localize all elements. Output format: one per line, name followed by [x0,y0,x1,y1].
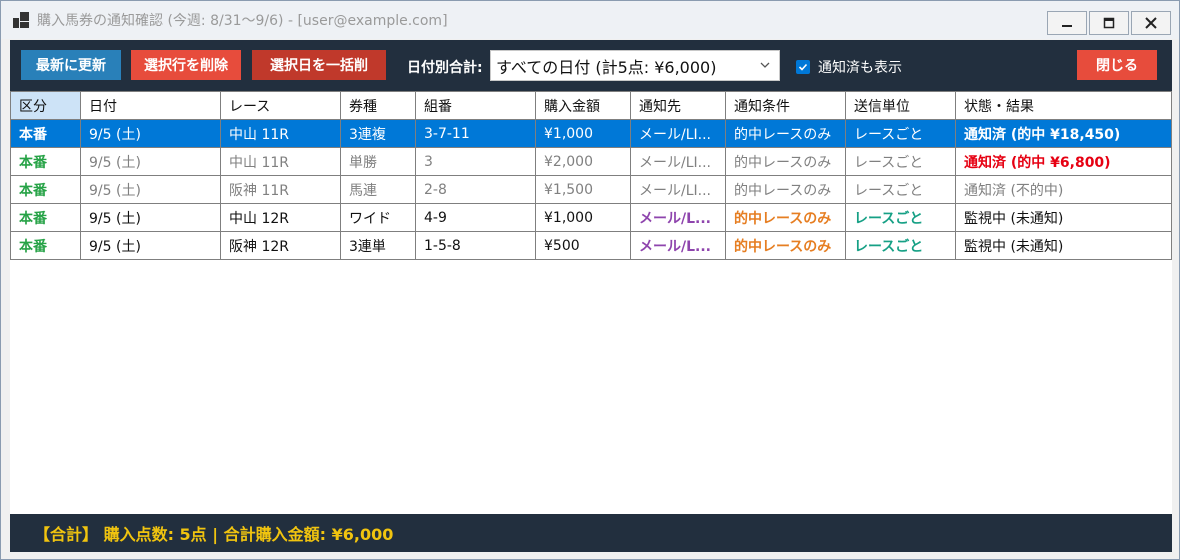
cell-notify-condition: 的中レースのみ [725,231,846,260]
table-row[interactable]: 本番 9/5 (土) 中山 12R ワイド 4-9 ¥1,000 メール/L..… [10,203,1172,232]
cell-status: 監視中 (未通知) [955,203,1172,232]
cell-category: 本番 [10,119,81,148]
close-icon [1145,17,1157,29]
cell-combination: 4-9 [415,203,536,232]
cell-amount: ¥2,000 [535,147,631,176]
maximize-icon [1103,17,1115,29]
table-row[interactable]: 本番 9/5 (土) 中山 11R 単勝 3 ¥2,000 メール/LI... … [10,147,1172,176]
cell-send-unit: レースごと [845,147,956,176]
col-header-date[interactable]: 日付 [80,91,221,120]
col-header-notify-target[interactable]: 通知先 [630,91,726,120]
cell-notify-target: メール/L... [630,203,726,232]
cell-amount: ¥500 [535,231,631,260]
cell-status: 通知済 (不的中) [955,175,1172,204]
show-notified-checkbox[interactable] [796,60,810,74]
minimize-button[interactable] [1047,11,1087,35]
cell-notify-target: メール/LI... [630,175,726,204]
cell-combination: 3 [415,147,536,176]
cell-race: 阪神 12R [220,231,341,260]
cell-race: 阪神 11R [220,175,341,204]
cell-send-unit: レースごと [845,231,956,260]
show-notified-label: 通知済も表示 [818,60,902,76]
chevron-down-icon [760,62,770,68]
col-header-amount[interactable]: 購入金額 [535,91,631,120]
cell-race: 中山 11R [220,147,341,176]
refresh-button[interactable]: 最新に更新 [21,50,121,80]
cell-status: 監視中 (未通知) [955,231,1172,260]
tickets-table: 区分 日付 レース 券種 組番 購入金額 通知先 通知条件 送信単位 状態・結果… [10,91,1172,260]
table-row[interactable]: 本番 9/5 (土) 中山 11R 3連複 3-7-11 ¥1,000 メール/… [10,119,1172,148]
delete-day-button[interactable]: 選択日を一括削 [252,50,386,80]
cell-race: 中山 11R [220,119,341,148]
app-icon [13,12,29,28]
cell-race: 中山 12R [220,203,341,232]
cell-date: 9/5 (土) [80,175,221,204]
col-header-notify-condition[interactable]: 通知条件 [725,91,846,120]
col-header-status[interactable]: 状態・結果 [955,91,1172,120]
minimize-icon [1062,25,1072,27]
cell-notify-condition: 的中レースのみ [725,147,846,176]
cell-ticket-type: 3連単 [340,231,416,260]
cell-combination: 1-5-8 [415,231,536,260]
cell-notify-condition: 的中レースのみ [725,203,846,232]
cell-ticket-type: ワイド [340,203,416,232]
title-bar: 購入馬券の通知確認 (今週: 8/31〜9/6) - [user@example… [1,1,1179,39]
cell-ticket-type: 馬連 [340,175,416,204]
cell-notify-target: メール/LI... [630,147,726,176]
tickets-grid[interactable]: 区分 日付 レース 券種 組番 購入金額 通知先 通知条件 送信単位 状態・結果… [10,91,1172,514]
status-bar: 【合計】 購入点数: 5点 | 合計購入金額: ¥6,000 [10,514,1172,552]
col-header-combination[interactable]: 組番 [415,91,536,120]
table-row[interactable]: 本番 9/5 (土) 阪神 12R 3連単 1-5-8 ¥500 メール/L..… [10,231,1172,260]
cell-date: 9/5 (土) [80,203,221,232]
checkmark-icon [798,63,808,71]
cell-category: 本番 [10,203,81,232]
date-filter-value: すべての日付 (計5点: ¥6,000) [496,57,717,77]
cell-date: 9/5 (土) [80,231,221,260]
col-header-category[interactable]: 区分 [10,91,81,120]
cell-notify-condition: 的中レースのみ [725,175,846,204]
col-header-race[interactable]: レース [220,91,341,120]
window-title: 購入馬券の通知確認 (今週: 8/31〜9/6) - [user@example… [37,13,448,29]
cell-ticket-type: 3連複 [340,119,416,148]
show-notified-toggle[interactable]: 通知済も表示 [796,57,902,77]
cell-combination: 2-8 [415,175,536,204]
cell-amount: ¥1,500 [535,175,631,204]
cell-category: 本番 [10,175,81,204]
cell-send-unit: レースごと [845,203,956,232]
cell-category: 本番 [10,231,81,260]
cell-status: 通知済 (的中 ¥6,800) [955,147,1172,176]
cell-ticket-type: 単勝 [340,147,416,176]
delete-row-button[interactable]: 選択行を削除 [131,50,241,80]
cell-date: 9/5 (土) [80,119,221,148]
toolbar: 最新に更新 選択行を削除 選択日を一括削 日付別合計: すべての日付 (計5点:… [10,40,1172,91]
maximize-button[interactable] [1089,11,1129,35]
summary-text: 【合計】 購入点数: 5点 | 合計購入金額: ¥6,000 [34,525,394,544]
cell-notify-condition: 的中レースのみ [725,119,846,148]
date-filter-select[interactable]: すべての日付 (計5点: ¥6,000) [490,50,780,81]
date-total-label: 日付別合計: [407,60,483,76]
cell-combination: 3-7-11 [415,119,536,148]
cell-amount: ¥1,000 [535,203,631,232]
main-window: 購入馬券の通知確認 (今週: 8/31〜9/6) - [user@example… [0,0,1180,560]
cell-status: 通知済 (的中 ¥18,450) [955,119,1172,148]
cell-notify-target: メール/L... [630,231,726,260]
cell-category: 本番 [10,147,81,176]
cell-notify-target: メール/LI... [630,119,726,148]
cell-date: 9/5 (土) [80,147,221,176]
header-row: 区分 日付 レース 券種 組番 購入金額 通知先 通知条件 送信単位 状態・結果 [10,91,1172,120]
col-header-send-unit[interactable]: 送信単位 [845,91,956,120]
close-window-button[interactable] [1131,11,1171,35]
close-button[interactable]: 閉じる [1077,50,1157,80]
cell-amount: ¥1,000 [535,119,631,148]
col-header-ticket-type[interactable]: 券種 [340,91,416,120]
cell-send-unit: レースごと [845,175,956,204]
table-row[interactable]: 本番 9/5 (土) 阪神 11R 馬連 2-8 ¥1,500 メール/LI..… [10,175,1172,204]
cell-send-unit: レースごと [845,119,956,148]
